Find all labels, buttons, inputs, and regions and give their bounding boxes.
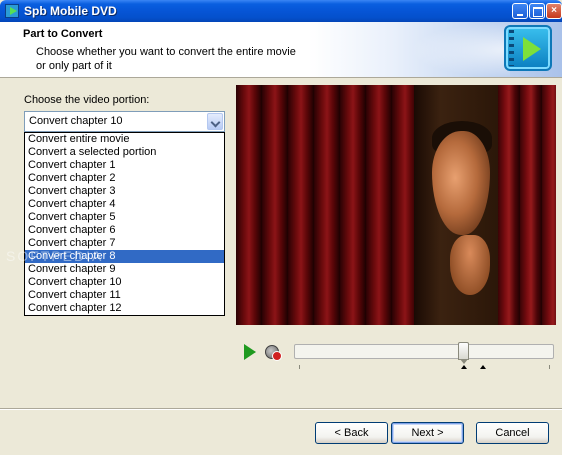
wizard-header: Part to Convert Choose whether you want … bbox=[0, 22, 562, 78]
dropdown-option[interactable]: Convert chapter 4 bbox=[25, 198, 224, 211]
window-title: Spb Mobile DVD bbox=[24, 4, 117, 18]
portion-combobox[interactable]: Convert chapter 10 bbox=[24, 111, 225, 132]
dropdown-option[interactable]: Convert a selected portion bbox=[25, 146, 224, 159]
seek-slider-track[interactable] bbox=[294, 344, 554, 359]
chevron-down-icon[interactable] bbox=[207, 113, 223, 130]
play-icon[interactable] bbox=[242, 344, 258, 360]
page-title: Part to Convert bbox=[23, 28, 103, 40]
maximize-button[interactable] bbox=[529, 3, 545, 19]
selection-start-marker[interactable] bbox=[461, 365, 467, 369]
person-hand bbox=[450, 235, 490, 295]
slider-tick-start bbox=[299, 365, 300, 369]
next-button[interactable]: Next > bbox=[391, 422, 464, 444]
dropdown-option[interactable]: Convert chapter 1 bbox=[25, 159, 224, 172]
portion-label: Choose the video portion: bbox=[24, 94, 150, 106]
seek-slider-thumb[interactable] bbox=[458, 342, 469, 364]
curtain-right bbox=[498, 85, 556, 325]
play-film-icon bbox=[504, 25, 552, 71]
portion-selected-value: Convert chapter 10 bbox=[29, 115, 123, 127]
dropdown-option[interactable]: Convert chapter 5 bbox=[25, 211, 224, 224]
minimize-button[interactable] bbox=[512, 3, 528, 19]
dropdown-option[interactable]: Convert chapter 11 bbox=[25, 289, 224, 302]
dropdown-option[interactable]: Convert chapter 2 bbox=[25, 172, 224, 185]
dropdown-option[interactable]: Convert entire movie bbox=[25, 133, 224, 146]
set-marker-icon[interactable] bbox=[264, 344, 282, 361]
dropdown-option[interactable]: Convert chapter 6 bbox=[25, 224, 224, 237]
title-bar[interactable]: Spb Mobile DVD × bbox=[0, 0, 562, 22]
cancel-button[interactable]: Cancel bbox=[476, 422, 549, 444]
app-icon[interactable] bbox=[5, 4, 19, 18]
selection-end-marker[interactable] bbox=[480, 365, 486, 369]
dropdown-option[interactable]: Convert chapter 10 bbox=[25, 276, 224, 289]
slider-tick-end bbox=[549, 365, 550, 369]
page-subtitle: Choose whether you want to convert the e… bbox=[36, 46, 296, 72]
dropdown-option[interactable]: Convert chapter 3 bbox=[25, 185, 224, 198]
dropdown-option[interactable]: Convert chapter 12 bbox=[25, 302, 224, 315]
watermark: SOFTPEDIA bbox=[6, 248, 104, 264]
footer-divider bbox=[0, 408, 562, 410]
close-button[interactable]: × bbox=[546, 3, 562, 19]
header-decoration bbox=[410, 22, 510, 78]
dropdown-option[interactable]: Convert chapter 9 bbox=[25, 263, 224, 276]
back-button[interactable]: < Back bbox=[315, 422, 388, 444]
portion-dropdown-list[interactable]: Convert entire movie Convert a selected p… bbox=[24, 132, 225, 316]
video-preview bbox=[236, 85, 556, 325]
